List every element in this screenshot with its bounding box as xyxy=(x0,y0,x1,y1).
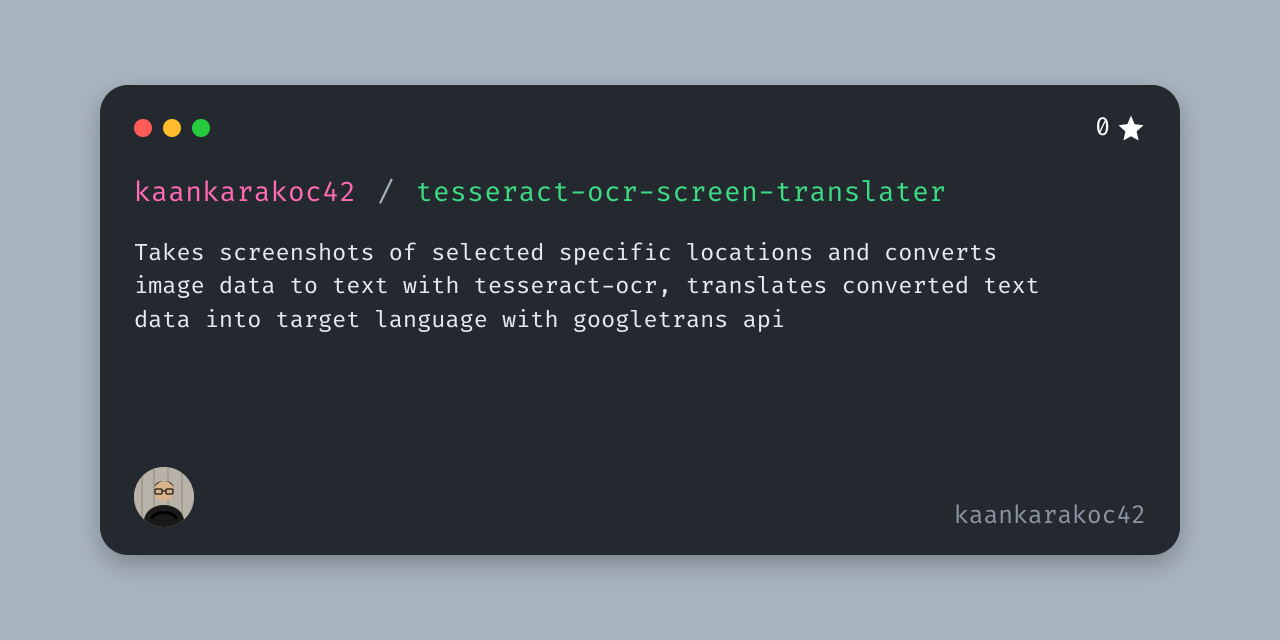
avatar[interactable] xyxy=(134,467,194,527)
repo-separator: / xyxy=(378,177,395,210)
repo-owner[interactable]: kaankarakoc42 xyxy=(134,177,357,210)
star-counter: 0 xyxy=(1095,113,1146,143)
footer-owner: kaankarakoc42 xyxy=(954,502,1146,531)
window-traffic-lights xyxy=(134,119,210,137)
traffic-light-close-icon xyxy=(134,119,152,137)
traffic-light-minimize-icon xyxy=(163,119,181,137)
traffic-light-zoom-icon xyxy=(192,119,210,137)
star-icon xyxy=(1116,113,1146,143)
repo-title: kaankarakoc42 / tesseract-ocr-screen-tra… xyxy=(134,177,1146,210)
repo-name[interactable]: tesseract-ocr-screen-translater xyxy=(416,177,947,210)
repo-description: Takes screenshots of selected specific l… xyxy=(134,238,1054,338)
card-topbar: 0 xyxy=(134,115,1146,141)
star-count: 0 xyxy=(1095,114,1110,143)
repo-card: 0 kaankarakoc42 / tesseract-ocr-screen-t… xyxy=(100,85,1180,555)
